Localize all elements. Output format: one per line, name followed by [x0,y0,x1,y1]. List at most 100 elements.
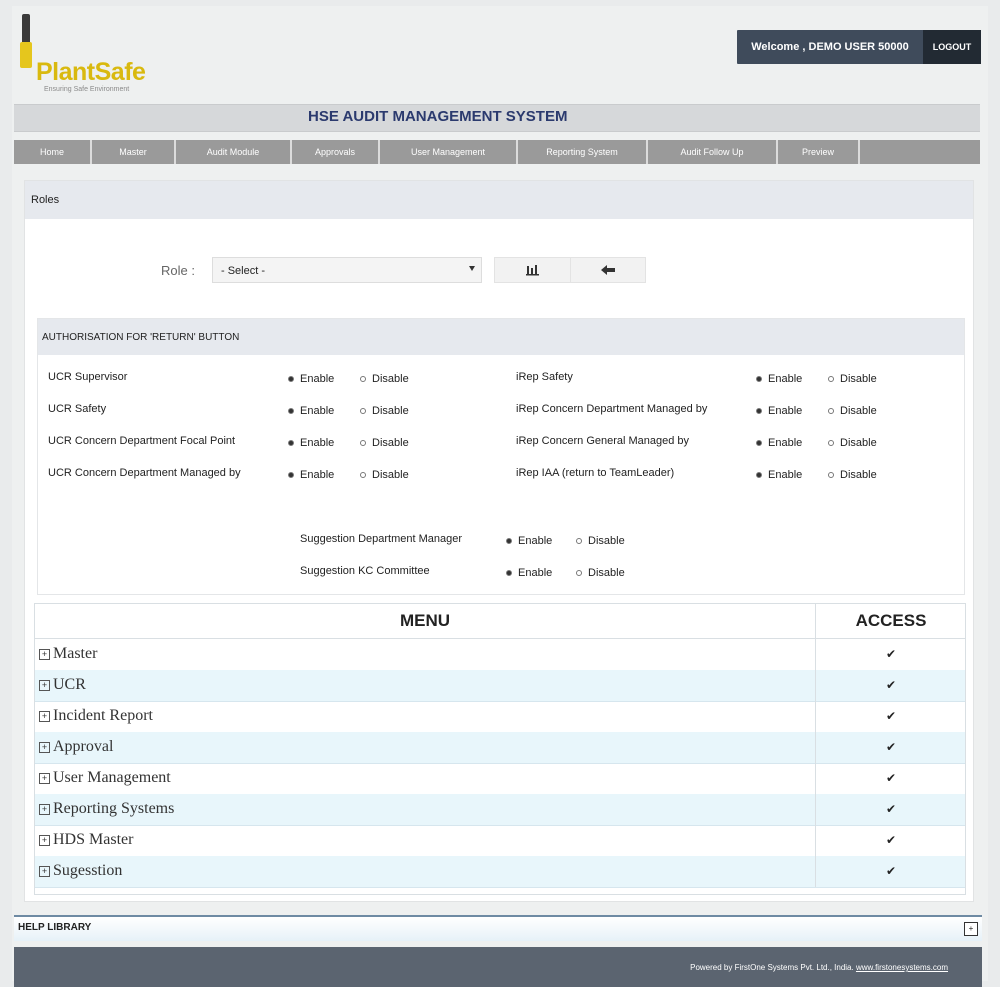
expand-icon[interactable]: + [39,648,50,660]
nav-item-master[interactable]: Master [92,140,176,164]
auth-row-label: Suggestion Department Manager [300,533,463,545]
auth-row-label: UCR Supervisor [48,371,128,383]
enable-radio[interactable]: Enable [756,373,802,385]
enable-radio[interactable]: Enable [288,437,334,449]
menu-cell[interactable]: + Approval [39,738,113,756]
nav-item-reporting-system[interactable]: Reporting System [518,140,648,164]
expand-icon[interactable]: + [39,803,50,815]
roles-panel: Roles Role : - Select - AUTHORISATION FO… [24,180,974,902]
disable-label: Disable [372,405,409,417]
radio-checked-icon [756,440,762,446]
auth-row-label: iRep IAA (return to TeamLeader) [516,467,675,479]
table-row: + Incident Report ✔ [35,701,965,733]
expand-icon[interactable]: + [39,772,50,784]
disable-radio[interactable]: Disable [576,567,625,579]
menu-label: UCR [53,676,86,693]
radio-checked-icon [288,472,294,478]
expand-icon[interactable]: + [39,710,50,722]
nav-item-home[interactable]: Home [14,140,92,164]
menu-cell[interactable]: + Incident Report [39,707,153,725]
radio-checked-icon [288,440,294,446]
access-checkbox[interactable]: ✔ [815,701,966,732]
enable-radio[interactable]: Enable [756,437,802,449]
radio-checked-icon [506,538,512,544]
disable-radio[interactable]: Disable [360,405,409,417]
enable-label: Enable [768,373,803,385]
radio-unchecked-icon [360,376,366,382]
access-column-header: ACCESS [815,604,966,638]
table-header: MENU ACCESS [35,604,965,639]
expand-icon[interactable]: + [39,865,50,877]
help-library-label: HELP LIBRARY [18,922,92,933]
enable-radio[interactable]: Enable [756,405,802,417]
table-row: + Sugesstion ✔ [35,856,965,888]
nav-item-user-management[interactable]: User Management [380,140,518,164]
radio-unchecked-icon [360,472,366,478]
role-actions [494,257,646,283]
system-title: HSE AUDIT MANAGEMENT SYSTEM [308,108,568,125]
company-link[interactable]: www.firstonesystems.com [856,963,948,972]
disable-radio[interactable]: Disable [360,373,409,385]
disable-label: Disable [372,373,409,385]
expand-icon[interactable]: + [39,834,50,846]
menu-label: Incident Report [53,707,153,724]
disable-label: Disable [588,567,625,579]
auth-row-label: UCR Concern Department Managed by [48,467,241,479]
disable-label: Disable [840,437,877,449]
table-row: + Approval ✔ [35,732,965,764]
nav-item-preview[interactable]: Preview [778,140,860,164]
radio-checked-icon [506,570,512,576]
disable-radio[interactable]: Disable [828,405,877,417]
enable-label: Enable [300,405,335,417]
enable-label: Enable [518,567,553,579]
disable-radio[interactable]: Disable [360,437,409,449]
auth-row: UCR Safety Enable Disable [48,403,448,419]
nav-item-audit-module[interactable]: Audit Module [176,140,292,164]
disable-radio[interactable]: Disable [576,535,625,547]
disable-label: Disable [840,405,877,417]
logout-button[interactable]: LOGOUT [923,30,981,64]
brand-tagline: Ensuring Safe Environment [44,86,130,93]
save-button[interactable] [495,258,570,282]
enable-radio[interactable]: Enable [756,469,802,481]
help-expand-button[interactable]: + [964,922,978,936]
disable-radio[interactable]: Disable [828,437,877,449]
access-checkbox[interactable]: ✔ [815,825,966,856]
menu-cell[interactable]: + Master [39,645,97,663]
disable-radio[interactable]: Disable [828,469,877,481]
menu-cell[interactable]: + Sugesstion [39,862,122,880]
enable-label: Enable [518,535,553,547]
enable-radio[interactable]: Enable [506,535,552,547]
disable-radio[interactable]: Disable [360,469,409,481]
enable-radio[interactable]: Enable [506,567,552,579]
radio-checked-icon [756,408,762,414]
menu-cell[interactable]: + User Management [39,769,171,787]
access-checkbox[interactable]: ✔ [815,794,966,825]
section-header: Roles [25,181,973,219]
role-select[interactable]: - Select - [212,257,482,283]
enable-radio[interactable]: Enable [288,373,334,385]
access-checkbox[interactable]: ✔ [815,763,966,794]
menu-column-header: MENU [399,611,451,630]
auth-header: AUTHORISATION FOR 'RETURN' BUTTON [38,319,964,355]
enable-radio[interactable]: Enable [288,405,334,417]
enable-radio[interactable]: Enable [288,469,334,481]
disable-radio[interactable]: Disable [828,373,877,385]
access-checkbox[interactable]: ✔ [815,639,966,670]
menu-cell[interactable]: + HDS Master [39,831,133,849]
access-checkbox[interactable]: ✔ [815,856,966,887]
nav-item-audit-follow-up[interactable]: Audit Follow Up [648,140,778,164]
radio-unchecked-icon [576,538,582,544]
back-button[interactable] [569,258,646,282]
nav-item-approvals[interactable]: Approvals [292,140,380,164]
auth-row-label: iRep Safety [516,371,573,383]
expand-icon[interactable]: + [39,741,50,753]
auth-title: AUTHORISATION FOR 'RETURN' BUTTON [42,332,240,343]
access-checkbox[interactable]: ✔ [815,670,966,701]
menu-cell[interactable]: + Reporting Systems [39,800,174,818]
auth-row: UCR Concern Department Focal Point Enabl… [48,435,448,451]
access-checkbox[interactable]: ✔ [815,732,966,763]
menu-cell[interactable]: + UCR [39,676,86,694]
disable-label: Disable [840,373,877,385]
expand-icon[interactable]: + [39,679,50,691]
